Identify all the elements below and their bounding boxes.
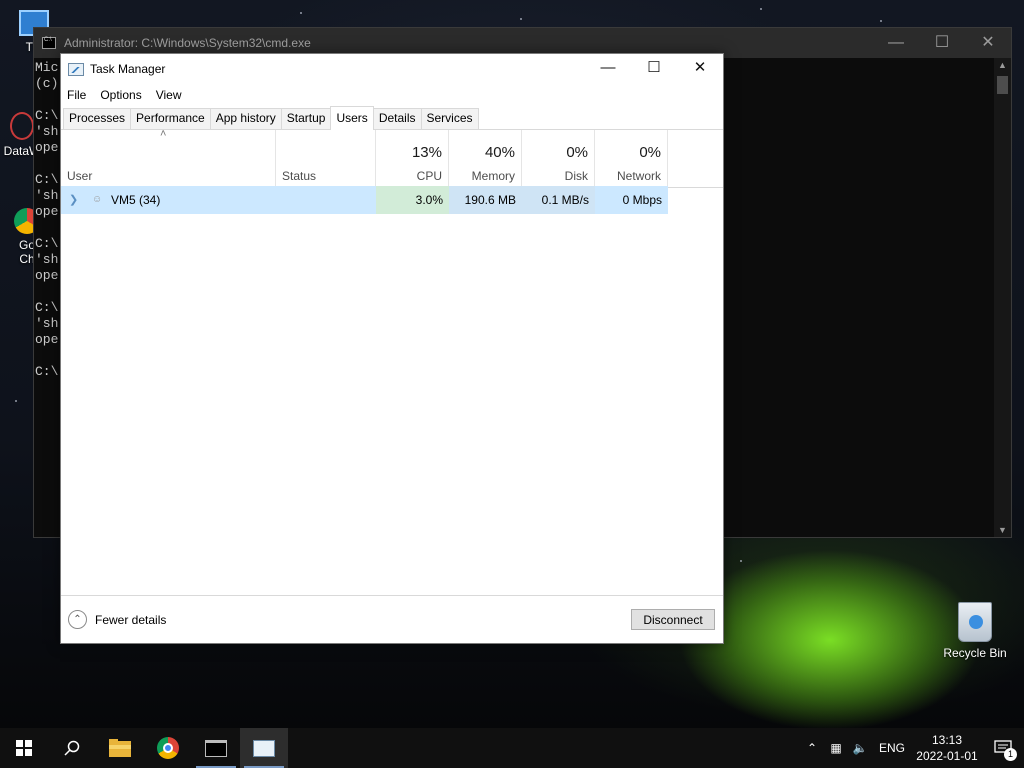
row-network: 0 Mbps — [622, 193, 662, 207]
network-total: 0% — [639, 144, 661, 161]
menu-options[interactable]: Options — [100, 88, 141, 102]
user-icon: ☺ — [92, 194, 103, 205]
minimize-button[interactable]: — — [873, 28, 919, 58]
start-button[interactable] — [0, 728, 48, 768]
chevron-up-icon[interactable]: ⌃ — [800, 741, 824, 755]
task-manager-icon — [253, 739, 275, 757]
disk-total: 0% — [566, 144, 588, 161]
tm-title-bar[interactable]: Task Manager — ☐ ✕ — [61, 54, 723, 84]
tab-users[interactable]: Users — [330, 106, 374, 130]
taskbar-chrome[interactable] — [144, 728, 192, 768]
column-header-network[interactable]: 0% Network — [595, 130, 668, 187]
column-header-disk[interactable]: 0% Disk — [522, 130, 595, 187]
taskbar: ⌃ ▦ 🔈 ENG 13:13 2022-01-01 1 — [0, 728, 1024, 768]
clock-date: 2022-01-01 — [916, 749, 978, 763]
cmd-title: Administrator: C:\Windows\System32\cmd.e… — [64, 36, 311, 50]
fewer-details-toggle[interactable]: ⌃ Fewer details — [68, 610, 166, 629]
tab-services[interactable]: Services — [420, 108, 479, 129]
row-cpu: 3.0% — [415, 193, 443, 207]
start-icon — [16, 740, 32, 756]
close-button[interactable]: ✕ — [965, 28, 1011, 58]
cmd-scrollbar[interactable]: ▲ ▼ — [994, 58, 1011, 537]
search-button[interactable] — [48, 728, 96, 768]
column-label-status: Status — [282, 169, 317, 183]
column-header-user[interactable]: ˄ User — [61, 128, 276, 187]
file-explorer-icon — [109, 739, 131, 757]
system-tray: ⌃ ▦ 🔈 ENG 13:13 2022-01-01 1 — [800, 728, 1024, 768]
task-manager-icon — [68, 62, 84, 76]
column-label-memory: Memory — [471, 169, 515, 183]
task-manager-window[interactable]: Task Manager — ☐ ✕ File Options View Pro… — [60, 53, 724, 644]
cmd-icon — [205, 739, 227, 757]
taskbar-cmd[interactable] — [192, 728, 240, 768]
tab-processes[interactable]: Processes — [63, 108, 132, 129]
clock-time: 13:13 — [931, 733, 963, 747]
network-icon[interactable]: ▦ — [824, 741, 848, 755]
menu-bar: File Options View — [61, 84, 723, 106]
table-row[interactable]: ❯ ☺ VM5 (34) 3.0% 190.6 MB 0.1 MB/s 0 Mb… — [61, 186, 667, 214]
chevron-up-icon: ⌃ — [68, 610, 87, 629]
minimize-button[interactable]: — — [585, 54, 631, 84]
tm-footer: ⌃ Fewer details Disconnect — [61, 595, 723, 643]
clock[interactable]: 13:13 2022-01-01 — [912, 732, 982, 764]
desktop-icon-label: Recycle Bin — [943, 646, 1007, 660]
row-disk: 0.1 MB/s — [541, 193, 589, 207]
column-label-user: User — [67, 169, 93, 183]
column-label-network: Network — [616, 169, 661, 183]
column-header-row: ˄ User Status 13% CPU 40% Memory 0% Disk… — [61, 128, 723, 188]
scroll-thumb[interactable] — [997, 76, 1008, 94]
volume-muted-icon[interactable]: 🔈 — [848, 741, 872, 755]
close-button[interactable]: ✕ — [677, 54, 723, 84]
column-header-memory[interactable]: 40% Memory — [449, 130, 522, 187]
tab-details[interactable]: Details — [372, 108, 422, 129]
desktop-icon-recycle-bin[interactable]: Recycle Bin — [940, 602, 1010, 660]
column-label-cpu: CPU — [416, 169, 442, 183]
memory-total: 40% — [484, 144, 515, 161]
recycle-bin-icon — [958, 602, 992, 642]
scroll-down-icon[interactable]: ▼ — [994, 525, 1011, 535]
menu-view[interactable]: View — [156, 88, 182, 102]
column-label-disk: Disk — [564, 169, 588, 183]
column-header-status[interactable]: Status — [276, 130, 376, 187]
notification-count: 1 — [1004, 748, 1017, 761]
column-header-cpu[interactable]: 13% CPU — [376, 130, 449, 187]
row-memory: 190.6 MB — [464, 193, 516, 207]
tab-strip: Processes Performance App history Startu… — [61, 106, 723, 130]
maximize-button[interactable]: ☐ — [919, 28, 965, 58]
taskbar-file-explorer[interactable] — [96, 728, 144, 768]
maximize-button[interactable]: ☐ — [631, 54, 677, 84]
search-icon — [64, 740, 80, 756]
scroll-up-icon[interactable]: ▲ — [994, 60, 1011, 70]
chrome-icon — [157, 737, 179, 759]
fewer-details-label: Fewer details — [95, 612, 167, 627]
tab-app-history[interactable]: App history — [209, 108, 282, 129]
menu-file[interactable]: File — [67, 88, 86, 102]
tm-title: Task Manager — [90, 62, 166, 76]
language-indicator[interactable]: ENG — [872, 741, 912, 755]
row-user: VM5 (34) — [111, 193, 161, 207]
action-center-button[interactable]: 1 — [982, 728, 1024, 768]
cmd-icon — [42, 37, 56, 49]
cpu-total: 13% — [411, 144, 442, 161]
tab-performance[interactable]: Performance — [130, 108, 211, 129]
tab-startup[interactable]: Startup — [280, 108, 332, 129]
chevron-right-icon[interactable]: ❯ — [69, 186, 78, 214]
datawrapper-icon — [10, 112, 34, 140]
sort-up-icon: ˄ — [160, 128, 167, 140]
disconnect-button[interactable]: Disconnect — [631, 609, 715, 630]
taskbar-task-manager[interactable] — [240, 728, 288, 768]
